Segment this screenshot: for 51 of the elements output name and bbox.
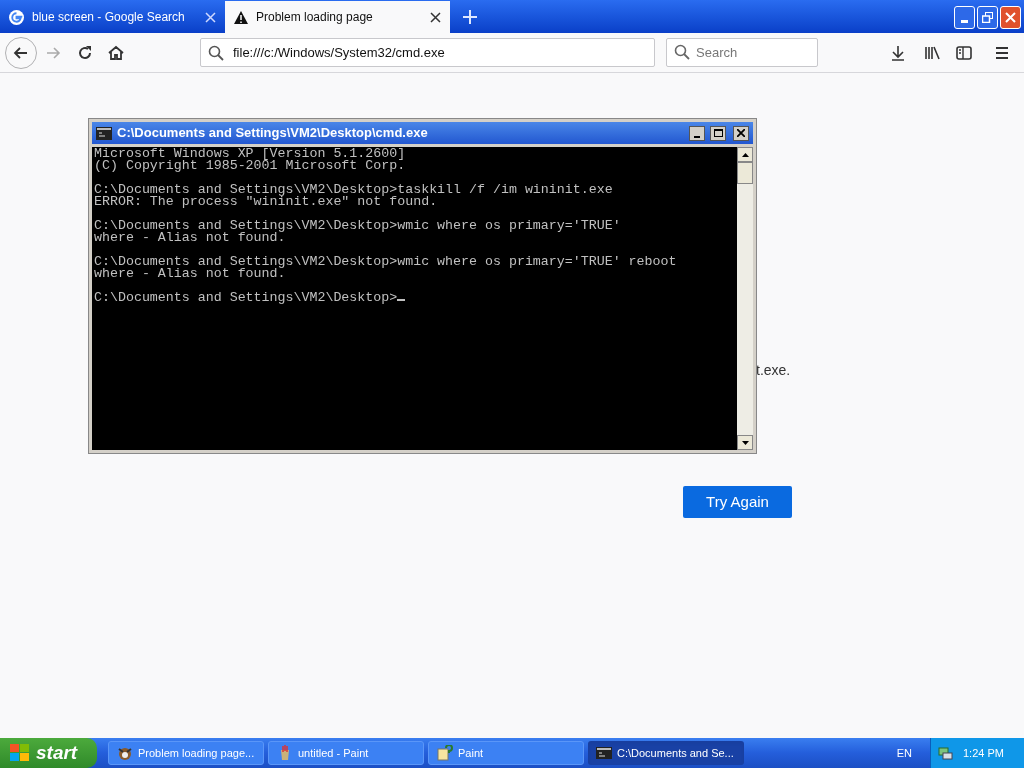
down-arrow-icon (741, 440, 749, 445)
menu-icon[interactable] (994, 44, 1010, 61)
fox-icon (117, 745, 133, 761)
taskbar-button[interactable]: untitled - Paint (268, 741, 424, 765)
taskbar-button[interactable]: Problem loading page... (108, 741, 264, 765)
sidebar-icon[interactable] (956, 44, 972, 61)
scroll-thumb[interactable] (737, 162, 753, 184)
up-arrow-icon (741, 152, 749, 157)
taskbar-button[interactable]: Paint (428, 741, 584, 765)
try-again-button[interactable]: Try Again (683, 486, 792, 518)
console-line: C:\Documents and Settings\VM2\Desktop>taskkill /f /im wininit.exe (94, 182, 613, 197)
search-icon (674, 44, 690, 60)
console-line: C:\Documents and Settings\VM2\Desktop>wmic where os primary='TRUE' reboot (94, 254, 677, 269)
console-line: Microsoft Windows XP [Version 5.1.2600] (94, 146, 406, 161)
scroll-down-button[interactable] (737, 435, 753, 450)
warning-icon (234, 10, 248, 24)
console-icon (96, 126, 112, 140)
download-icon[interactable] (890, 44, 906, 61)
library-icon[interactable] (924, 44, 940, 61)
home-icon[interactable] (108, 44, 124, 61)
console-title-bar: C:\Documents and Settings\VM2\Desktop\cmd.exe (92, 122, 753, 144)
close-button[interactable] (733, 125, 749, 141)
close-icon (1005, 12, 1016, 23)
console-line: C:\Documents and Settings\VM2\Desktop>wmic where os primary='TRUE' (94, 218, 621, 233)
google-icon (9, 9, 24, 25)
start-button[interactable]: start (0, 738, 97, 768)
windows-logo-icon (10, 744, 30, 762)
network-icon[interactable] (937, 745, 953, 761)
new-tab-icon[interactable] (463, 10, 477, 24)
search-icon (208, 44, 224, 61)
scrollbar[interactable] (737, 147, 753, 450)
help-document-icon (437, 745, 453, 761)
clock: 1:24 PM (963, 745, 1004, 761)
error-text: t.exe. (756, 361, 791, 380)
close-tab-icon[interactable] (430, 11, 441, 23)
scroll-up-button[interactable] (737, 147, 753, 162)
maximize-button[interactable] (710, 125, 726, 141)
browser-tab[interactable]: Problem loading page (225, 1, 450, 33)
address-field[interactable]: file:///c:/Windows/System32/cmd.exe (200, 38, 655, 67)
back-arrow-icon (13, 44, 29, 61)
search-field[interactable]: Search (666, 38, 818, 67)
console-icon (596, 747, 612, 759)
language-indicator[interactable]: EN (896, 744, 912, 762)
restore-icon (982, 12, 993, 23)
reload-icon[interactable] (77, 44, 93, 61)
restore-button[interactable] (977, 6, 998, 29)
close-icon (737, 129, 745, 137)
taskbar-button[interactable]: C:\Documents and Se... (588, 741, 744, 765)
browser-tab[interactable]: blue screen - Google Search (0, 1, 225, 33)
minimize-button[interactable] (689, 125, 705, 141)
console-line: C:\Documents and Settings\VM2\Desktop> (94, 290, 398, 305)
